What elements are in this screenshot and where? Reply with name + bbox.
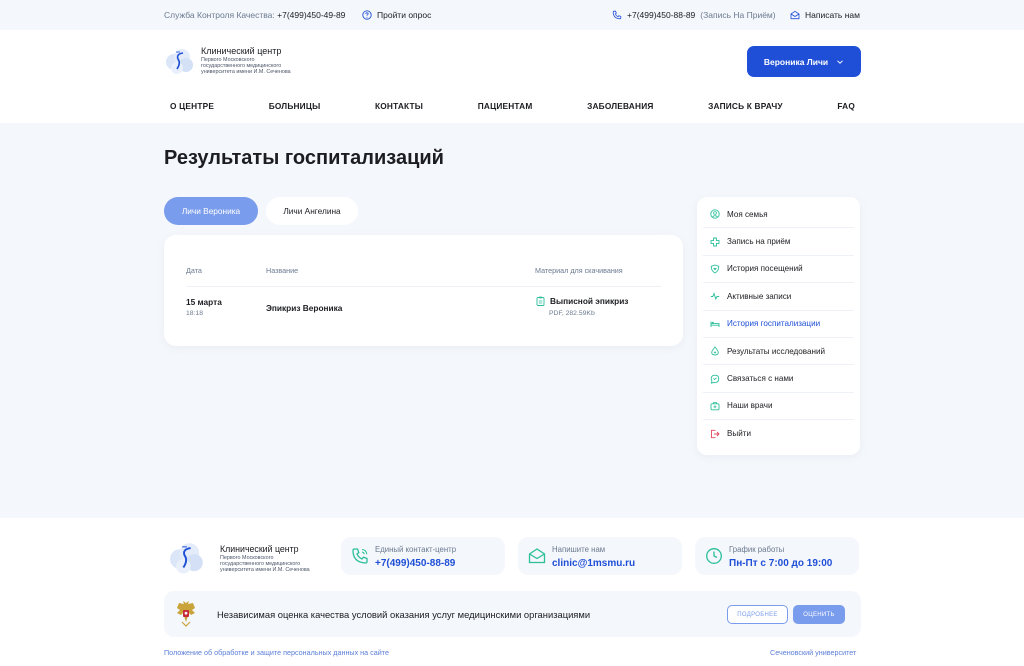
pulse-icon (710, 292, 720, 301)
row-time: 18:18 (186, 310, 204, 317)
document-icon (536, 296, 545, 306)
chat-icon (710, 374, 720, 384)
column-header-date: Дата (186, 266, 202, 275)
sidebar-item-contact-us[interactable]: Связаться с нами (703, 365, 854, 393)
page-title: Результаты госпитализаций (164, 147, 444, 169)
bed-icon (710, 321, 720, 327)
logo-title: Клинический центр (201, 46, 282, 56)
work-hours-card: График работы Пн-Пт с 7:00 до 19:00 (695, 537, 859, 575)
email-label: Напишите нам (552, 545, 606, 554)
account-sidebar: Моя семья Запись на приём История посеще… (697, 197, 860, 455)
tab-patient-veronika[interactable]: Личи Вероника (164, 197, 258, 225)
contact-center-label: Единый контакт-центр (375, 545, 457, 554)
nav-item-appointment[interactable]: ЗАПИСЬ К ВРАЧУ (708, 101, 783, 111)
phone-number: +7(499)450-88-89 (627, 10, 696, 20)
quality-assessment-banner: Независимая оценка качества условий оказ… (164, 591, 861, 637)
sidebar-item-family[interactable]: Моя семья (703, 201, 854, 229)
write-us-link[interactable]: Написать нам (790, 10, 860, 20)
email-address[interactable]: clinic@1msmu.ru (552, 558, 635, 569)
sidebar-item-our-doctors[interactable]: Наши врачи (703, 393, 854, 421)
contact-center-phone[interactable]: +7(499)450-88-89 (375, 558, 455, 569)
sidebar-item-label: История госпитализации (727, 319, 821, 329)
university-link[interactable]: Сеченовский университет (770, 648, 856, 657)
site-header: Клинический центр Первого Московского го… (0, 30, 1024, 123)
nav-item-patients[interactable]: ПАЦИЕНТАМ (478, 101, 533, 111)
nav-item-hospitals[interactable]: БОЛЬНИЦЫ (269, 101, 321, 111)
sidebar-item-logout[interactable]: Выйти (703, 420, 854, 447)
survey-link[interactable]: Пройти опрос (362, 10, 431, 20)
chevron-down-icon (837, 59, 844, 64)
quality-service-phone[interactable]: +7(499)450-49-89 (277, 10, 345, 20)
footer-logo-subtitle: Первого Московского государственного мед… (220, 555, 310, 573)
main-content: Результаты госпитализаций Личи Вероника … (0, 123, 1024, 518)
sidebar-item-label: Запись на приём (727, 237, 791, 247)
nav-item-contacts[interactable]: КОНТАКТЫ (375, 101, 423, 111)
nav-item-about[interactable]: О ЦЕНТРЕ (170, 101, 214, 111)
sidebar-item-label: Наши врачи (727, 401, 773, 411)
envelope-icon (528, 548, 546, 564)
sidebar-item-label: Выйти (727, 429, 751, 439)
appointment-phone[interactable]: +7(499)450-88-89 (Запись На Приём) (612, 10, 776, 20)
footer-logo[interactable]: Клинический центр Первого Московского го… (164, 540, 314, 576)
sidebar-item-visit-history[interactable]: История посещений (703, 256, 854, 284)
medkit-icon (710, 401, 720, 411)
user-circle-icon (710, 209, 720, 219)
phone-note: (Запись На Приём) (700, 10, 776, 20)
survey-label: Пройти опрос (377, 10, 432, 20)
quality-text: Независимая оценка качества условий оказ… (217, 609, 591, 620)
phone-icon (612, 10, 622, 20)
row-date: 15 марта (186, 297, 222, 307)
column-header-material: Материал для скачивания (535, 266, 623, 275)
footer-logo-title: Клинический центр (220, 544, 299, 554)
sidebar-item-label: Моя семья (727, 209, 768, 219)
rate-button[interactable]: ОЦЕНИТЬ (793, 605, 845, 624)
sidebar-item-label: Результаты исследований (727, 346, 825, 356)
user-name: Вероника Личи (763, 56, 829, 67)
user-menu-button[interactable]: Вероника Личи (747, 46, 861, 77)
download-link[interactable]: Выписной эпикриз (536, 296, 628, 306)
main-nav: О ЦЕНТРЕ БОЛЬНИЦЫ КОНТАКТЫ ПАЦИЕНТАМ ЗАБ… (170, 101, 855, 111)
details-button[interactable]: ПОДРОБНЕЕ (727, 605, 788, 624)
sidebar-item-label: Активные записи (727, 291, 792, 301)
sidebar-item-research-results[interactable]: Результаты исследований (703, 338, 854, 366)
sidebar-item-appointment[interactable]: Запись на приём (703, 228, 854, 256)
patient-tabs: Личи Вероника Личи Ангелина (164, 197, 358, 225)
sidebar-item-hospitalization-history[interactable]: История госпитализации (703, 311, 854, 338)
medical-cross-icon (710, 237, 720, 247)
results-table: Дата Название Материал для скачивания 15… (164, 235, 683, 346)
quality-service: Служба Контроля Качества: +7(499)450-49-… (164, 10, 345, 20)
sidebar-item-label: Связаться с нами (727, 374, 794, 384)
contact-center-card[interactable]: Единый контакт-центр +7(499)450-88-89 (341, 537, 505, 575)
nav-item-diseases[interactable]: ЗАБОЛЕВАНИЯ (587, 101, 653, 111)
logo-subtitle: Первого Московского государственного мед… (201, 57, 291, 75)
work-hours-label: График работы (729, 545, 785, 554)
sidebar-item-active-records[interactable]: Активные записи (703, 283, 854, 311)
write-us-label: Написать нам (805, 10, 860, 20)
top-bar: Служба Контроля Качества: +7(499)450-49-… (0, 0, 1024, 30)
file-meta: PDF, 282.59Kb (549, 310, 595, 317)
work-hours-value: Пн-Пт с 7:00 до 19:00 (729, 558, 833, 569)
clinic-logo-icon (166, 49, 193, 74)
clinic-logo-icon (170, 543, 203, 574)
quality-service-label: Служба Контроля Качества: (164, 10, 275, 20)
privacy-policy-link[interactable]: Положение об обработке и защите персонал… (164, 648, 389, 657)
nav-item-faq[interactable]: FAQ (837, 101, 855, 111)
sidebar-item-label: История посещений (727, 264, 803, 274)
coat-of-arms-icon (177, 601, 195, 627)
table-divider (186, 286, 661, 287)
download-label: Выписной эпикриз (550, 296, 629, 306)
logout-icon (711, 429, 720, 438)
column-header-name: Название (266, 266, 299, 275)
phone-icon (352, 548, 368, 564)
row-name: Эпикриз Вероника (266, 303, 343, 313)
site-footer: Клинический центр Первого Московского го… (0, 518, 1024, 666)
envelope-icon (790, 10, 800, 20)
clock-icon (706, 548, 722, 564)
heart-shield-icon (710, 264, 720, 274)
clinic-logo[interactable]: Клинический центр Первого Московского го… (164, 44, 304, 80)
question-circle-icon (362, 10, 372, 20)
email-card[interactable]: Напишите нам clinic@1msmu.ru (518, 537, 682, 575)
drop-icon (711, 346, 719, 356)
tab-patient-angelina[interactable]: Личи Ангелина (266, 197, 358, 225)
